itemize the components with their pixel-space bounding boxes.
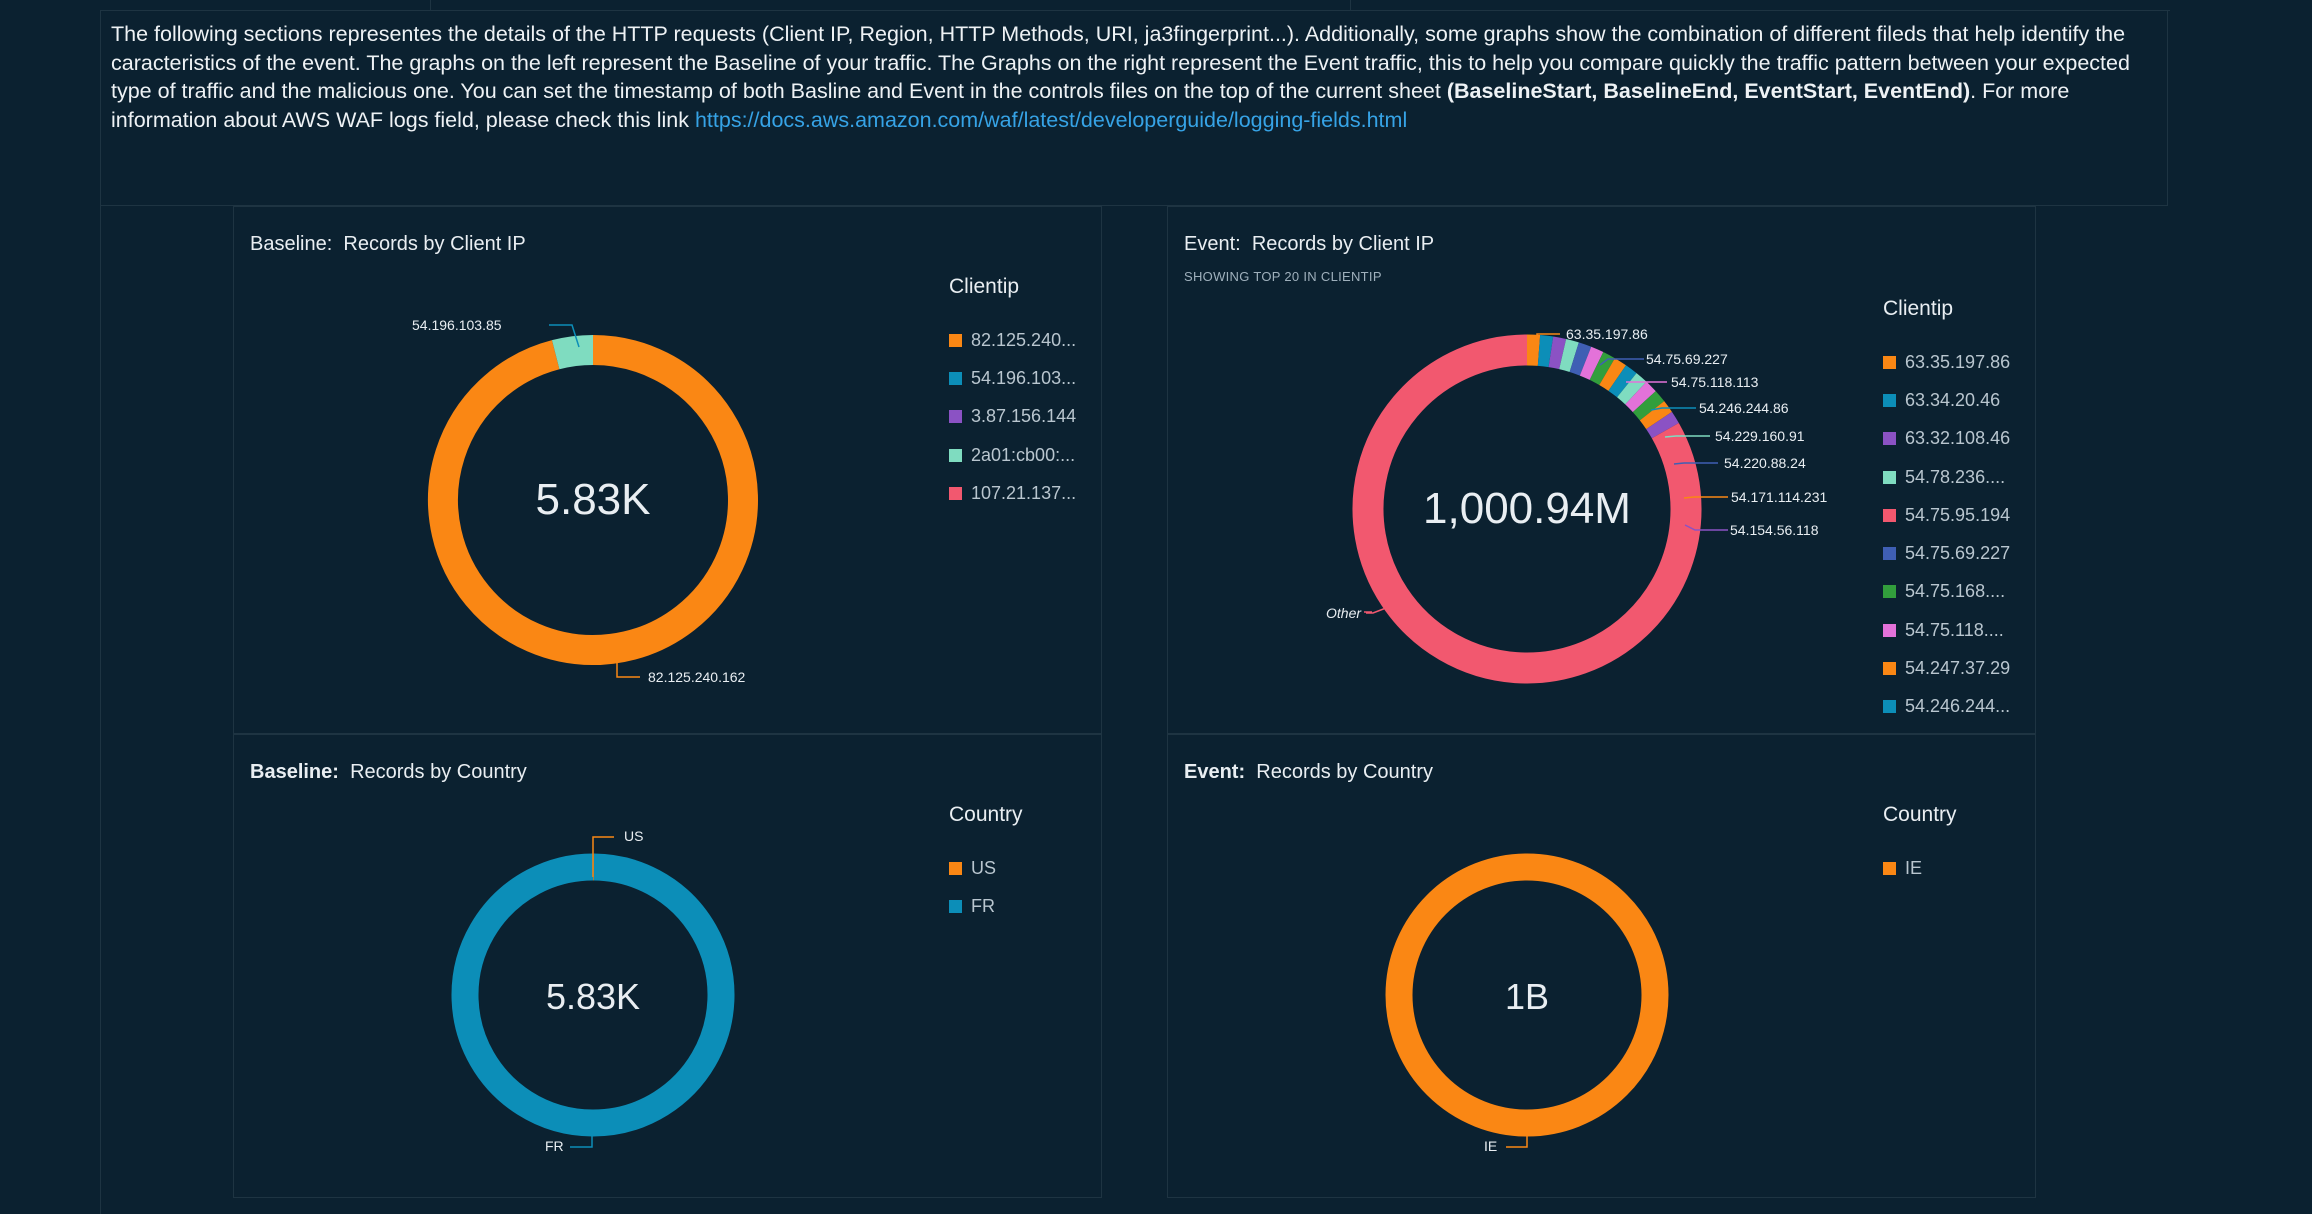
baseline-clientip-panel[interactable]: Baseline: Records by Client IP Clientip … <box>233 206 1102 734</box>
callout-line <box>1664 435 1710 438</box>
callout-label: 54.75.69.227 <box>1646 351 1728 367</box>
event-country-panel[interactable]: Event: Records by Country Country IE IE … <box>1167 734 2036 1198</box>
callout-label: US <box>624 828 643 844</box>
donut-chart[interactable]: 54.196.103.85 82.125.240.162 5.83K <box>234 207 1103 735</box>
divider <box>1350 0 1351 10</box>
donut-slice[interactable] <box>1632 391 1665 421</box>
baseline-country-panel[interactable]: Baseline: Records by Country Country US … <box>233 734 1102 1198</box>
callout-label: 82.125.240.162 <box>648 669 746 685</box>
callout-label: 63.35.197.86 <box>1566 326 1648 342</box>
donut-slice[interactable] <box>1608 365 1637 398</box>
callout-label: Other <box>1326 605 1362 621</box>
description-controls: (BaselineStart, BaselineEnd, EventStart,… <box>1446 79 1971 104</box>
donut-total: 1B <box>1505 976 1549 1017</box>
callout-label: FR <box>545 1138 564 1154</box>
donut-slice[interactable] <box>1616 373 1647 405</box>
callout-label: 54.171.114.231 <box>1731 489 1827 505</box>
callout-label: 54.246.244.86 <box>1699 400 1789 416</box>
donut-slice[interactable] <box>1537 334 1554 368</box>
callout-label: IE <box>1484 1138 1497 1154</box>
donut-slice[interactable] <box>1599 358 1626 391</box>
sheet-left-border <box>100 206 101 1214</box>
callout-line <box>1683 496 1728 499</box>
callout-label: 54.220.88.24 <box>1724 455 1806 471</box>
donut-chart[interactable]: US FR 5.83K <box>234 735 1103 1199</box>
donut-slice[interactable] <box>1579 346 1604 380</box>
donut-slice[interactable] <box>1548 336 1567 370</box>
donut-slice[interactable] <box>1625 381 1656 413</box>
callout-label: 54.196.103.85 <box>412 317 502 333</box>
donut-chart[interactable]: IE 1B <box>1168 735 2037 1199</box>
donut-slice[interactable] <box>551 335 594 370</box>
donut-total: 5.83K <box>546 976 640 1017</box>
donut-slice[interactable] <box>1639 401 1672 430</box>
donut-slice[interactable] <box>1559 338 1579 373</box>
callout-label: 54.75.118.113 <box>1671 374 1759 390</box>
description-textbox: The following sections representes the d… <box>100 10 2168 206</box>
callout-label: 54.229.160.91 <box>1715 428 1805 444</box>
donut-slice[interactable] <box>1589 352 1615 386</box>
donut-slice[interactable] <box>1569 342 1592 376</box>
donut-total: 5.83K <box>536 475 651 524</box>
event-clientip-panel[interactable]: Event: Records by Client IP SHOWING TOP … <box>1167 206 2036 734</box>
callout-line <box>1673 462 1718 465</box>
callout-label: 54.154.56.118 <box>1730 522 1819 538</box>
donut-chart[interactable]: 63.35.197.86 54.75.69.227 54.75.118.113 … <box>1168 207 2037 735</box>
docs-link[interactable]: https://docs.aws.amazon.com/waf/latest/d… <box>695 108 1407 132</box>
donut-slice[interactable] <box>1646 411 1679 439</box>
callout-line <box>1366 607 1387 614</box>
divider <box>430 0 431 10</box>
donut-total: 1,000.94M <box>1423 484 1631 533</box>
